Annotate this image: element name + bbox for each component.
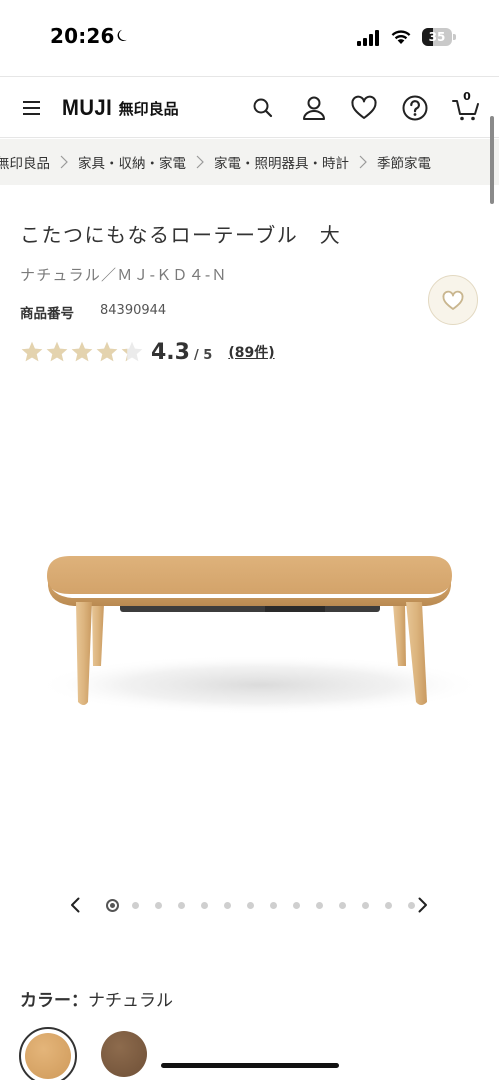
rating-max: / 5 bbox=[193, 347, 213, 363]
product-image[interactable] bbox=[0, 380, 499, 880]
table-image bbox=[35, 556, 485, 715]
chevron-right-icon bbox=[186, 139, 214, 185]
star-icon bbox=[45, 340, 70, 364]
star-icon bbox=[95, 340, 120, 364]
battery-level: 35 bbox=[428, 30, 446, 44]
carousel-dot-active[interactable] bbox=[106, 898, 119, 912]
add-to-favorites-button[interactable] bbox=[428, 275, 478, 325]
carousel-prev-button[interactable] bbox=[63, 893, 87, 917]
help-button[interactable] bbox=[400, 93, 430, 123]
account-button[interactable] bbox=[299, 93, 329, 123]
home-indicator[interactable] bbox=[161, 1063, 339, 1068]
image-carousel-nav bbox=[0, 888, 499, 922]
review-count-link[interactable]: (89件) bbox=[228, 342, 274, 362]
status-bar: 20:26 35 bbox=[0, 0, 499, 76]
color-selected-value: ナチュラル bbox=[88, 991, 173, 1011]
moon-icon bbox=[117, 29, 127, 42]
star-icon bbox=[120, 340, 145, 364]
rating-value: 4.3 bbox=[151, 339, 190, 365]
product-number-label: 商品番号 bbox=[20, 306, 74, 322]
carousel-dots bbox=[106, 898, 431, 912]
signal-icon bbox=[357, 30, 379, 46]
color-label-title: カラー： bbox=[20, 991, 88, 1011]
carousel-dot[interactable] bbox=[385, 901, 392, 909]
carousel-dot[interactable] bbox=[132, 901, 139, 909]
carousel-dot[interactable] bbox=[247, 901, 254, 909]
carousel-dot[interactable] bbox=[293, 901, 300, 909]
carousel-dot[interactable] bbox=[201, 901, 208, 909]
breadcrumb-item[interactable]: 季節家電 bbox=[377, 152, 431, 172]
heart-icon bbox=[442, 290, 464, 310]
favorites-button[interactable] bbox=[349, 93, 379, 123]
heart-icon bbox=[351, 95, 377, 119]
product-title: こたつにもなるローテーブル 大 bbox=[20, 223, 342, 247]
star-rating bbox=[20, 340, 145, 364]
breadcrumb-item[interactable]: 無印良品 bbox=[0, 152, 50, 172]
chevron-right-icon bbox=[418, 897, 427, 913]
search-button[interactable] bbox=[248, 93, 278, 123]
chevron-right-icon bbox=[50, 139, 78, 185]
star-icon bbox=[70, 340, 95, 364]
battery-icon: 35 bbox=[422, 28, 456, 46]
carousel-dot[interactable] bbox=[178, 901, 185, 909]
product-number: 84390944 bbox=[100, 303, 167, 318]
carousel-dot[interactable] bbox=[224, 901, 231, 909]
breadcrumb-item[interactable]: 家具・収納・家電 bbox=[78, 152, 186, 172]
account-icon bbox=[303, 96, 325, 120]
color-swatch-natural[interactable] bbox=[19, 1027, 77, 1080]
chevron-right-icon bbox=[349, 139, 377, 185]
cart-count: 0 bbox=[463, 90, 471, 103]
wifi-icon bbox=[391, 30, 411, 44]
breadcrumb: 無印良品 家具・収納・家電 家電・照明器具・時計 季節家電 bbox=[0, 139, 499, 185]
cart-button[interactable]: 0 bbox=[451, 90, 481, 123]
star-icon bbox=[20, 340, 45, 364]
status-time: 20:26 bbox=[50, 24, 115, 48]
search-icon bbox=[253, 98, 273, 118]
scrollbar[interactable] bbox=[490, 116, 494, 204]
logo-text-en: MUJI bbox=[62, 95, 113, 120]
app-header: MUJI 無印良品 0 bbox=[0, 76, 499, 138]
help-icon bbox=[402, 95, 428, 121]
carousel-dot[interactable] bbox=[316, 901, 323, 909]
carousel-dot[interactable] bbox=[270, 901, 277, 909]
color-label: カラー：ナチュラル bbox=[20, 986, 173, 1011]
carousel-dot[interactable] bbox=[339, 901, 346, 909]
carousel-next-button[interactable] bbox=[411, 893, 435, 917]
rating-row: 4.3 / 5 (89件) bbox=[20, 336, 275, 368]
color-swatch-brown[interactable] bbox=[101, 1031, 147, 1077]
breadcrumb-item[interactable]: 家電・照明器具・時計 bbox=[214, 152, 349, 172]
product-subtitle: ナチュラル／ＭＪ-ＫＤ４-Ｎ bbox=[20, 266, 228, 284]
muji-logo[interactable]: MUJI 無印良品 bbox=[62, 93, 179, 123]
logo-text-jp: 無印良品 bbox=[118, 99, 179, 118]
chevron-left-icon bbox=[71, 897, 80, 913]
carousel-dot[interactable] bbox=[362, 901, 369, 909]
swatch-natural-fill bbox=[25, 1033, 71, 1079]
menu-icon[interactable] bbox=[22, 99, 42, 117]
carousel-dot[interactable] bbox=[155, 901, 162, 909]
